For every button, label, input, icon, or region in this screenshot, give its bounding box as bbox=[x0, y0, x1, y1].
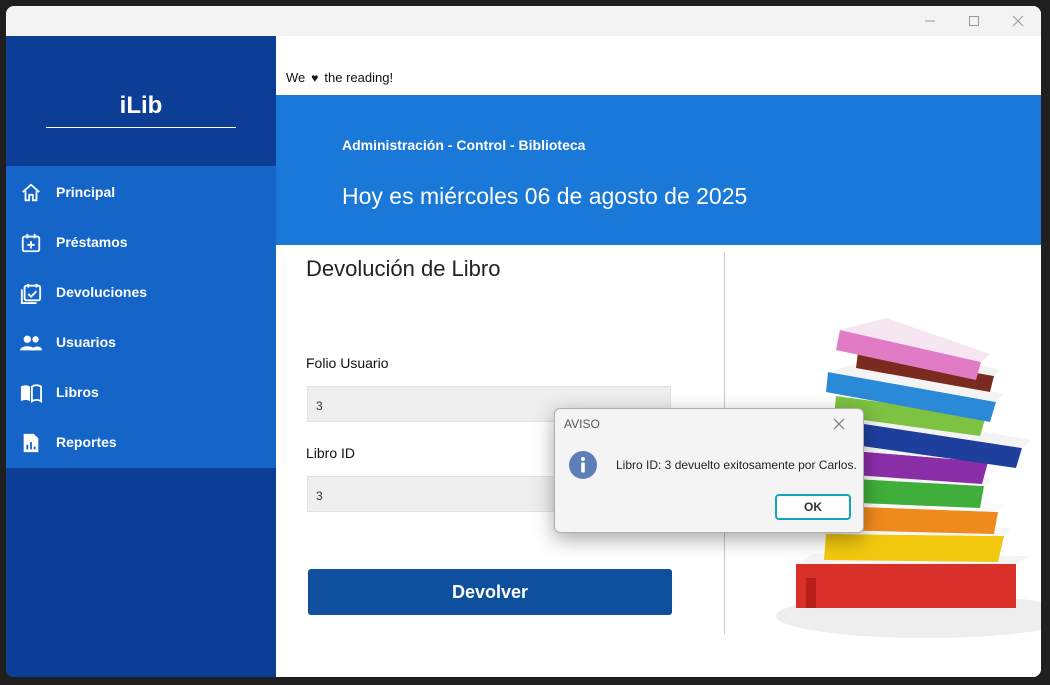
close-icon bbox=[1012, 15, 1024, 27]
minimize-icon bbox=[925, 20, 935, 22]
heart-icon: ♥ bbox=[311, 71, 319, 85]
sidebar-item-prestamos[interactable]: Préstamos bbox=[6, 218, 276, 268]
app-window: iLib Principal Préstamos Devoluciones Us… bbox=[6, 6, 1041, 677]
current-date: Hoy es miércoles 06 de agosto de 2025 bbox=[342, 183, 748, 209]
sidebar-item-label: Usuarios bbox=[56, 334, 116, 350]
sidebar-nav: Principal Préstamos Devoluciones Usuario… bbox=[6, 166, 276, 468]
close-window-button[interactable] bbox=[996, 6, 1040, 36]
title-bar bbox=[6, 6, 1041, 36]
tagline-end: the reading! bbox=[324, 70, 394, 85]
page-title: Devolución de Libro bbox=[306, 256, 501, 281]
banner-subtitle: Administración - Control - Biblioteca bbox=[342, 137, 586, 153]
sidebar: iLib Principal Préstamos Devoluciones Us… bbox=[6, 36, 276, 677]
maximize-button[interactable] bbox=[952, 6, 996, 36]
sidebar-item-label: Principal bbox=[56, 184, 116, 200]
sidebar-item-principal[interactable]: Principal bbox=[6, 168, 276, 218]
dialog-message: Libro ID: 3 devuelto exitosamente por Ca… bbox=[616, 458, 857, 472]
sidebar-item-devoluciones[interactable]: Devoluciones bbox=[6, 268, 276, 318]
minimize-button[interactable] bbox=[908, 6, 952, 36]
info-icon bbox=[569, 451, 597, 479]
sidebar-item-label: Préstamos bbox=[56, 234, 128, 250]
sidebar-item-label: Devoluciones bbox=[56, 284, 148, 300]
folio-usuario-label: Folio Usuario bbox=[306, 355, 389, 371]
main-content: We ♥ the reading! Administración - Control… bbox=[276, 36, 1041, 677]
calendar-check-icon bbox=[20, 283, 42, 304]
sidebar-item-label: Reportes bbox=[56, 434, 117, 450]
sidebar-item-libros[interactable]: Libros bbox=[6, 368, 276, 418]
calendar-plus-icon bbox=[21, 233, 41, 253]
tagline: We ♥ the reading! bbox=[286, 70, 393, 85]
ok-button[interactable]: OK bbox=[775, 494, 851, 520]
sidebar-item-reportes[interactable]: Reportes bbox=[6, 418, 276, 468]
logo-underline bbox=[46, 127, 236, 128]
sidebar-footer bbox=[6, 468, 276, 677]
users-icon bbox=[20, 335, 42, 351]
logo-area: iLib bbox=[6, 36, 276, 166]
home-icon bbox=[22, 183, 40, 202]
close-icon[interactable] bbox=[831, 416, 847, 432]
report-icon bbox=[23, 433, 39, 453]
maximize-icon bbox=[969, 16, 979, 26]
devolver-button[interactable]: Devolver bbox=[308, 569, 672, 615]
dialog-title: AVISO bbox=[564, 417, 600, 431]
tagline-start: We bbox=[286, 70, 306, 85]
sidebar-item-usuarios[interactable]: Usuarios bbox=[6, 318, 276, 368]
book-open-icon bbox=[20, 384, 42, 403]
header-banner: Administración - Control - Biblioteca Ho… bbox=[276, 95, 1041, 245]
notice-dialog: AVISO Libro ID: 3 devuelto exitosamente … bbox=[554, 408, 864, 533]
libro-id-label: Libro ID bbox=[306, 445, 356, 461]
app-logo: iLib bbox=[119, 92, 163, 119]
sidebar-item-label: Libros bbox=[56, 384, 99, 400]
